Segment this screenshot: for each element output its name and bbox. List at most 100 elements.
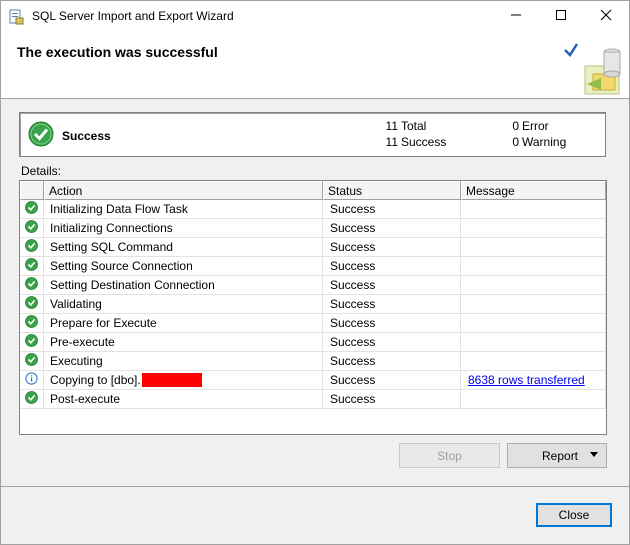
header-icon-column[interactable]	[20, 181, 44, 200]
success-icon	[25, 239, 38, 255]
row-icon-cell	[20, 295, 44, 314]
action-cell: Pre-execute	[44, 333, 323, 352]
action-cell: Initializing Data Flow Task	[44, 200, 323, 219]
total-count: 11	[385, 119, 398, 133]
action-cell: Setting Source Connection	[44, 257, 323, 276]
message-cell	[461, 276, 606, 295]
report-button-label: Report	[542, 449, 579, 463]
row-icon-cell	[20, 314, 44, 333]
message-cell	[461, 295, 606, 314]
success-icon	[25, 258, 38, 274]
action-text: Copying to [dbo].	[50, 373, 141, 387]
details-grid[interactable]: Action Status Message Initializing Data …	[19, 180, 607, 435]
maximize-button[interactable]	[538, 1, 584, 32]
success-icon	[25, 391, 38, 407]
success-icon	[25, 220, 38, 236]
row-icon-cell	[20, 333, 44, 352]
row-icon-cell	[20, 352, 44, 371]
message-cell	[461, 219, 606, 238]
message-cell	[461, 200, 606, 219]
error-stat: 0 Error	[503, 119, 549, 133]
summary-panel: Success 11 Total 11 Success 0 Error 0 Warnin…	[19, 112, 606, 157]
redacted-table-name	[141, 373, 202, 387]
success-label: Success	[401, 135, 447, 149]
column-header-status[interactable]: Status	[323, 181, 461, 200]
minimize-button[interactable]	[493, 1, 539, 32]
status-cell: Success	[323, 295, 461, 314]
total-label: Total	[401, 119, 427, 133]
status-cell: Success	[323, 276, 461, 295]
row-icon-cell	[20, 219, 44, 238]
table-row[interactable]: Prepare for Execute Success	[20, 314, 606, 333]
success-icon	[25, 296, 38, 312]
status-cell: Success	[323, 333, 461, 352]
success-count: 11	[385, 135, 398, 149]
status-cell: Success	[323, 314, 461, 333]
error-count: 0	[512, 119, 519, 133]
error-label: Error	[522, 119, 549, 133]
success-stat: 11 Success	[382, 135, 447, 149]
table-row[interactable]: Setting Source Connection Success	[20, 257, 606, 276]
table-row[interactable]: Copying to [dbo]. Success 8638 rows tran…	[20, 371, 606, 390]
table-row[interactable]: Setting SQL Command Success	[20, 238, 606, 257]
action-cell: Setting Destination Connection	[44, 276, 323, 295]
grid-header: Action Status Message	[20, 181, 606, 200]
table-row[interactable]: Setting Destination Connection Success	[20, 276, 606, 295]
action-cell: Executing	[44, 352, 323, 371]
success-icon	[25, 277, 38, 293]
success-large-icon	[28, 121, 54, 147]
row-icon-cell	[20, 257, 44, 276]
warning-label: Warning	[522, 135, 567, 149]
table-row[interactable]: Initializing Data Flow Task Success	[20, 200, 606, 219]
message-cell	[461, 333, 606, 352]
row-icon-cell	[20, 371, 44, 390]
message-cell	[461, 238, 606, 257]
warning-count: 0	[512, 135, 519, 149]
success-icon	[25, 353, 38, 369]
status-cell: Success	[323, 219, 461, 238]
status-cell: Success	[323, 390, 461, 409]
stop-button[interactable]: Stop	[399, 443, 500, 468]
success-icon	[25, 315, 38, 331]
action-cell: Validating	[44, 295, 323, 314]
row-icon-cell	[20, 390, 44, 409]
success-icon	[25, 334, 38, 350]
wizard-app-icon	[8, 9, 24, 25]
message-cell: 8638 rows transferred	[461, 371, 606, 390]
message-cell	[461, 352, 606, 371]
close-button[interactable]: Close	[536, 503, 612, 527]
window-title: SQL Server Import and Export Wizard	[32, 9, 234, 23]
table-row[interactable]: Post-execute Success	[20, 390, 606, 409]
row-icon-cell	[20, 276, 44, 295]
table-row[interactable]: Pre-execute Success	[20, 333, 606, 352]
table-row[interactable]: Executing Success	[20, 352, 606, 371]
window-close-button[interactable]	[583, 1, 629, 32]
title-bar[interactable]: SQL Server Import and Export Wizard	[1, 1, 629, 32]
column-header-message[interactable]: Message	[461, 181, 606, 200]
action-cell: Setting SQL Command	[44, 238, 323, 257]
report-button[interactable]: Report	[507, 443, 607, 468]
message-cell	[461, 314, 606, 333]
table-row[interactable]: Validating Success	[20, 295, 606, 314]
status-cell: Success	[323, 238, 461, 257]
rows-transferred-link[interactable]: 8638 rows transferred	[468, 373, 585, 387]
table-row[interactable]: Initializing Connections Success	[20, 219, 606, 238]
row-icon-cell	[20, 200, 44, 219]
info-icon	[25, 372, 38, 388]
column-header-action[interactable]: Action	[44, 181, 323, 200]
message-cell	[461, 390, 606, 409]
details-label: Details:	[21, 164, 62, 178]
total-stat: 11 Total	[382, 119, 427, 133]
page-header: The execution was successful	[1, 32, 629, 99]
action-cell: Initializing Connections	[44, 219, 323, 238]
footer-divider	[1, 486, 629, 487]
summary-status: Success	[62, 129, 111, 143]
status-cell: Success	[323, 257, 461, 276]
status-cell: Success	[323, 352, 461, 371]
status-cell: Success	[323, 200, 461, 219]
action-cell: Prepare for Execute	[44, 314, 323, 333]
page-title: The execution was successful	[17, 44, 218, 60]
wizard-banner-icon	[563, 38, 625, 98]
action-cell: Copying to [dbo].	[44, 371, 323, 390]
close-icon	[600, 9, 612, 24]
